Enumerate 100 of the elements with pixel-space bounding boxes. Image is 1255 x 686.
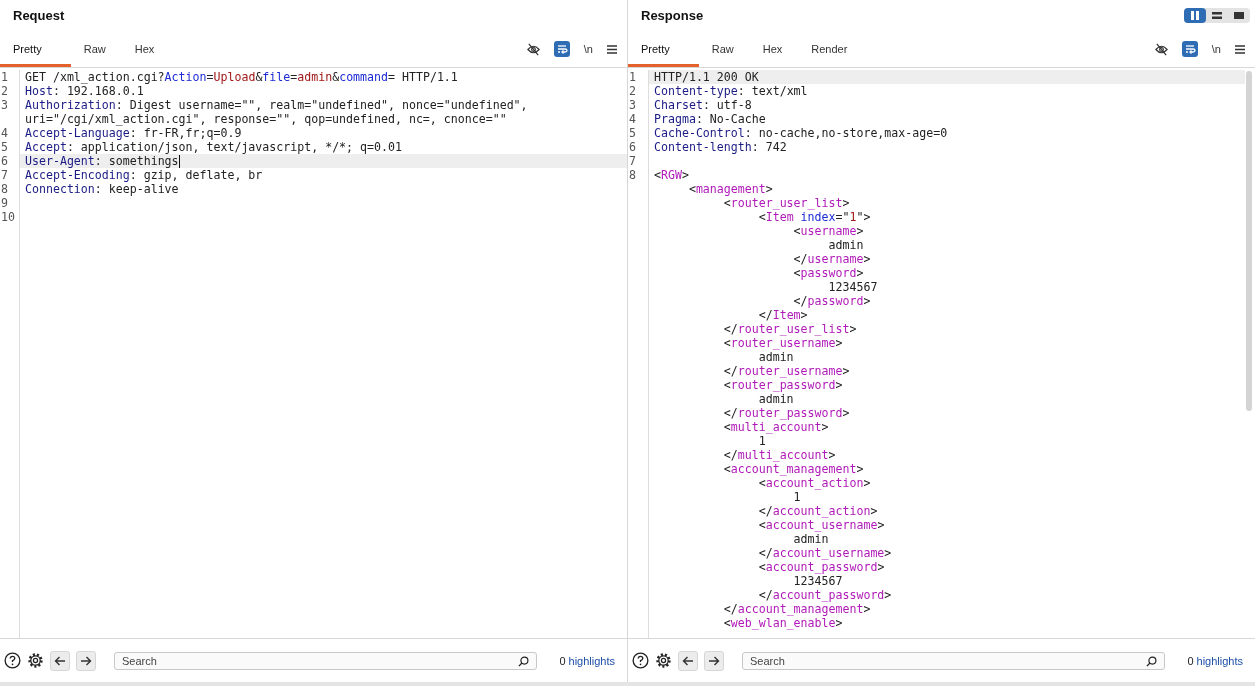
hide-icon[interactable]: [526, 42, 540, 56]
right-arrow-icon: [80, 654, 92, 667]
code-line: <multi_account>: [722, 420, 829, 434]
editor-tab[interactable]: Render: [798, 31, 864, 67]
code-line: <web_wlan_enable>: [722, 616, 843, 630]
code-line: <account_username>: [757, 518, 885, 532]
code-line: <password>: [792, 266, 864, 280]
highlight-count: 0: [1187, 654, 1194, 667]
code-line: </account_username>: [757, 546, 892, 560]
code-line: Accept-Language: fr-FR,fr;q=0.9: [25, 126, 242, 140]
line-number: 10: [0, 210, 16, 224]
right-arrow-icon: [708, 654, 720, 667]
code-line: 1: [792, 490, 801, 504]
code-line: </account_action>: [757, 504, 878, 518]
newline-toggle[interactable]: \n: [583, 43, 593, 55]
code-line: </password>: [792, 294, 871, 308]
rows-icon: [1212, 11, 1222, 20]
code-line: admin: [757, 350, 794, 364]
left-arrow-icon: [54, 654, 66, 667]
search-icon[interactable]: [518, 655, 530, 667]
highlight-count: 0: [559, 654, 566, 667]
code-line: Accept: application/json, text/javascript, */*; q=0.01: [25, 140, 402, 154]
hide-icon[interactable]: [1154, 42, 1168, 56]
line-number: 2: [0, 84, 9, 98]
square-icon: [1234, 11, 1244, 20]
code-line: </multi_account>: [722, 448, 836, 462]
code-line: Cache-Control: no-cache,no-store,max-age=0: [654, 126, 948, 140]
code-line: admin: [757, 392, 794, 406]
code-line: <router_username>: [722, 336, 843, 350]
line-number: 2: [628, 84, 637, 98]
line-number: 4: [628, 112, 637, 126]
editor-tab[interactable]: Raw: [70, 31, 122, 67]
code-line: GET /xml_action.cgi?Action=Upload&file=admin&command= HTTP/1.1: [25, 70, 458, 84]
code-line: Content-length: 742: [654, 140, 787, 154]
code-line: Host: 192.168.0.1: [25, 84, 144, 98]
code-line: <router_user_list>: [722, 196, 850, 210]
pane-title: Request: [13, 8, 65, 23]
editor-tab[interactable]: Raw: [698, 31, 750, 67]
columns-layout-button[interactable]: [1184, 8, 1206, 23]
line-number: 1: [628, 70, 637, 84]
editor-tab[interactable]: Pretty: [0, 31, 71, 67]
help-icon[interactable]: [632, 652, 649, 669]
line-number: 7: [0, 168, 9, 182]
wrap-icon[interactable]: [553, 41, 570, 57]
line-number: 1: [0, 70, 9, 84]
wrap-icon[interactable]: [1181, 41, 1198, 57]
code-line: </router_user_list>: [722, 322, 857, 336]
forward-button[interactable]: [76, 650, 96, 671]
menu-icon[interactable]: [607, 44, 617, 54]
menu-icon[interactable]: [1235, 44, 1245, 54]
code-line: <username>: [792, 224, 864, 238]
code-line: </router_username>: [722, 364, 850, 378]
code-line: uri="/cgi/xml_action.cgi", response="", qop=undefined, nc=, cnonce="": [25, 112, 507, 126]
line-number: 3: [0, 98, 9, 112]
code-line: <management>: [687, 182, 773, 196]
line-number: 8: [0, 182, 9, 196]
code-line: Accept-Encoding: gzip, deflate, br: [25, 168, 263, 182]
line-number: 5: [628, 126, 637, 140]
editor-tab[interactable]: Hex: [749, 31, 799, 67]
highlights-link[interactable]: highlights: [568, 654, 615, 667]
search-field[interactable]: Search: [742, 651, 1166, 670]
line-number: 6: [628, 140, 637, 154]
code-line: Authorization: Digest username="", realm="undefined", nonce="undefined",: [25, 98, 528, 112]
code-line: <Item index="1">: [757, 210, 871, 224]
help-icon[interactable]: [4, 652, 21, 669]
newline-toggle[interactable]: \n: [1211, 43, 1221, 55]
settings-icon[interactable]: [27, 652, 44, 669]
code-line: Charset: utf-8: [654, 98, 752, 112]
editor-tab[interactable]: Hex: [121, 31, 171, 67]
editor-tab[interactable]: Pretty: [628, 31, 699, 67]
code-line: Content-type: text/xml: [654, 84, 808, 98]
line-number: 8: [628, 168, 637, 182]
code-editor[interactable]: [628, 68, 1255, 638]
code-line: </username>: [792, 252, 871, 266]
code-line: 1: [757, 434, 766, 448]
highlights-link[interactable]: highlights: [1196, 654, 1243, 667]
code-line: <account_management>: [722, 462, 864, 476]
code-line: </account_management>: [722, 602, 871, 616]
code-line: <account_action>: [757, 476, 871, 490]
code-line: Connection: keep-alive: [25, 182, 179, 196]
code-line: </account_password>: [757, 588, 892, 602]
forward-button[interactable]: [704, 650, 724, 671]
code-line: </router_password>: [722, 406, 850, 420]
search-field[interactable]: Search: [114, 651, 538, 670]
code-line: admin: [827, 238, 864, 252]
code-line: HTTP/1.1 200 OK: [654, 70, 759, 84]
code-line: admin: [792, 532, 829, 546]
line-number: 7: [628, 154, 637, 168]
back-button[interactable]: [678, 650, 698, 671]
line-number: 9: [0, 196, 9, 210]
code-line: </Item>: [757, 308, 808, 322]
line-number: 4: [0, 126, 9, 140]
line-number: 5: [0, 140, 9, 154]
line-number: 3: [628, 98, 637, 112]
search-icon[interactable]: [1146, 655, 1158, 667]
code-line: 1234567: [792, 574, 843, 588]
code-line: 1234567: [827, 280, 878, 294]
columns-icon: [1190, 11, 1200, 20]
back-button[interactable]: [50, 650, 70, 671]
settings-icon[interactable]: [655, 652, 672, 669]
